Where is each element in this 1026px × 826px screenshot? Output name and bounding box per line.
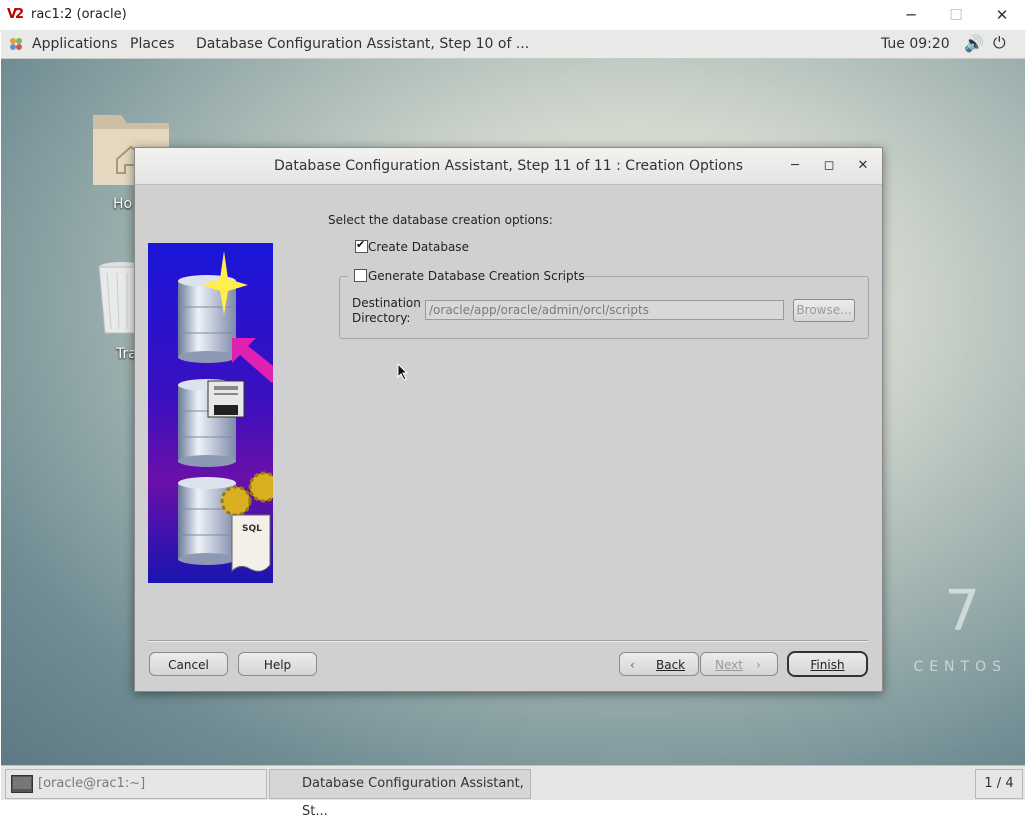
taskbar-terminal-label: [oracle@rac1:~]	[38, 776, 146, 791]
places-menu[interactable]: Places	[130, 36, 175, 52]
generate-scripts-label[interactable]: Generate Database Creation Scripts	[368, 269, 585, 283]
trash-icon[interactable]	[97, 259, 137, 337]
dbca-dialog: Database Configuration Assistant, Step 1…	[134, 147, 883, 692]
terminal-icon	[11, 775, 33, 793]
vnc-close-button[interactable]: ✕	[990, 4, 1014, 26]
back-chevron-icon: ‹	[630, 658, 635, 672]
finish-button[interactable]: Finish	[787, 651, 868, 677]
destination-directory-field[interactable]: /oracle/app/oracle/admin/orcl/scripts	[425, 300, 784, 320]
creation-options-prompt: Select the database creation options:	[328, 213, 553, 227]
back-button[interactable]: ‹ Back	[619, 652, 699, 676]
centos-brand-number: 7	[944, 579, 980, 644]
vnc-window-title: rac1:2 (oracle)	[31, 7, 127, 22]
dialog-titlebar[interactable]: Database Configuration Assistant, Step 1…	[135, 148, 882, 185]
taskbar-dbca-item[interactable]: Database Configuration Assistant, St...	[269, 769, 531, 819]
applications-menu[interactable]: Applications	[32, 36, 118, 52]
power-icon[interactable]: ⏻	[993, 33, 1006, 53]
vnc-titlebar: V2 rac1:2 (oracle) ─ ☐ ✕	[0, 0, 1026, 31]
volume-icon[interactable]: 🔊	[964, 34, 984, 53]
back-button-label: Back	[656, 658, 686, 672]
browse-button[interactable]: Browse...	[793, 299, 855, 322]
dialog-title: Database Configuration Assistant, Step 1…	[274, 158, 743, 174]
active-window-menu[interactable]: Database Configuration Assistant, Step 1…	[196, 36, 529, 52]
centos-brand-word: CENTOS	[913, 659, 1007, 675]
next-button-label: Next	[715, 658, 743, 672]
help-button[interactable]: Help	[238, 652, 317, 676]
destination-label: Destination	[352, 296, 421, 310]
next-button[interactable]: Next ›	[700, 652, 778, 676]
create-database-checkbox[interactable]	[355, 238, 368, 253]
workspace-indicator[interactable]: 1 / 4	[975, 769, 1023, 799]
dialog-body: SQL Select the database creation options…	[135, 185, 882, 691]
dialog-minimize-button[interactable]: ─	[786, 157, 804, 175]
vnc-logo-icon: V2	[7, 7, 24, 22]
mouse-cursor-icon	[397, 363, 409, 381]
gnome-top-bar: Applications Places Database Configurati…	[1, 30, 1025, 59]
create-database-label[interactable]: Create Database	[368, 240, 469, 254]
generate-scripts-checkbox[interactable]	[354, 269, 367, 282]
directory-label: Directory:	[352, 311, 411, 325]
dialog-maximize-button[interactable]: ◻	[820, 157, 838, 175]
vnc-maximize-button[interactable]: ☐	[944, 4, 968, 26]
bottom-taskbar: [oracle@rac1:~] Database Configuration A…	[1, 765, 1025, 819]
taskbar-dbca-label: Database Configuration Assistant, St...	[302, 776, 524, 819]
dialog-close-button[interactable]: ✕	[854, 157, 872, 175]
button-separator	[148, 640, 868, 642]
vnc-minimize-button[interactable]: ─	[899, 4, 923, 26]
cancel-button[interactable]: Cancel	[149, 652, 228, 676]
clock[interactable]: Tue 09:20	[881, 36, 950, 52]
sql-scroll-text: SQL	[242, 524, 262, 534]
home-folder-label: Ho	[113, 196, 133, 212]
next-chevron-icon: ›	[756, 658, 761, 672]
taskbar-terminal-item[interactable]: [oracle@rac1:~]	[5, 769, 267, 799]
finish-button-label: Finish	[810, 658, 845, 672]
applications-menu-icon	[10, 38, 22, 50]
database-illustration: SQL	[148, 243, 273, 583]
